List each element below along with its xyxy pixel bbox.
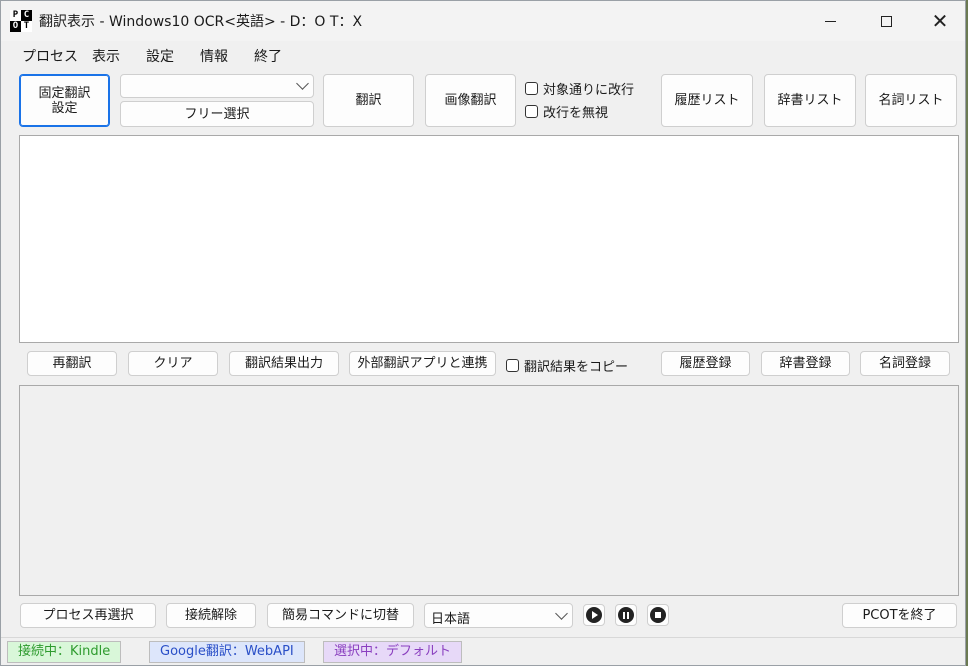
minimize-button[interactable] (803, 1, 857, 41)
checkbox-box[interactable] (506, 359, 519, 372)
history-list-button[interactable]: 履歴リスト (661, 74, 753, 127)
quit-pcot-button[interactable]: PCOTを終了 (842, 603, 957, 628)
clear-button[interactable]: クリア (128, 351, 218, 376)
window-title: 翻訳表示 - Windows10 OCR<英語> - D：O T：X (39, 14, 363, 30)
chevron-down-icon (555, 606, 568, 620)
disconnect-button[interactable]: 接続解除 (166, 603, 256, 628)
translate-button[interactable]: 翻訳 (323, 74, 414, 127)
image-translate-button[interactable]: 画像翻訳 (425, 74, 516, 127)
menu-info[interactable]: 情報 (200, 46, 228, 66)
status-connection: 接続中：Kindle (7, 641, 122, 663)
close-button[interactable]: ✕ (913, 1, 965, 41)
noun-list-button[interactable]: 名詞リスト (865, 74, 957, 127)
switch-simple-command-button[interactable]: 簡易コマンドに切替 (267, 603, 414, 628)
language-select[interactable]: 日本語 (424, 603, 573, 628)
result-text-area[interactable] (19, 385, 959, 596)
copy-result-label: 翻訳結果をコピー (524, 360, 629, 375)
pause-icon (618, 607, 634, 623)
register-dictionary-button[interactable]: 辞書登録 (761, 351, 850, 376)
app-window: P C O T 翻訳表示 - Windows10 OCR<英語> - D：O T… (0, 0, 966, 666)
maximize-icon (880, 15, 892, 27)
dictionary-list-button[interactable]: 辞書リスト (764, 74, 856, 127)
keep-line-breaks-checkbox[interactable]: 対象通りに改行 (525, 79, 634, 98)
status-translator: Google翻訳：WebAPI (149, 641, 305, 663)
register-noun-button[interactable]: 名詞登録 (860, 351, 950, 376)
retranslate-button[interactable]: 再翻訳 (27, 351, 117, 376)
source-text-area[interactable] (19, 135, 959, 343)
ignore-line-breaks-checkbox[interactable]: 改行を無視 (525, 102, 608, 121)
stop-button[interactable] (647, 604, 669, 626)
menu-exit[interactable]: 終了 (254, 46, 282, 66)
register-history-button[interactable]: 履歴登録 (661, 351, 750, 376)
free-select-button[interactable]: フリー選択 (120, 101, 314, 127)
pause-button[interactable] (615, 604, 637, 626)
output-result-button[interactable]: 翻訳結果出力 (229, 351, 339, 376)
menu-settings[interactable]: 設定 (146, 46, 174, 66)
status-bar: 接続中：Kindle Google翻訳：WebAPI 選択中：デフォルト (1, 637, 965, 665)
external-app-button[interactable]: 外部翻訳アプリと連携 (349, 351, 496, 376)
keep-line-breaks-label: 対象通りに改行 (543, 83, 635, 98)
checkbox-box[interactable] (525, 105, 538, 118)
language-select-value: 日本語 (431, 612, 471, 627)
app-logo-icon: P C O T (10, 10, 32, 32)
menu-process[interactable]: プロセス (22, 46, 78, 66)
maximize-button[interactable] (859, 1, 913, 41)
stop-icon (650, 607, 666, 623)
reselect-process-button[interactable]: プロセス再選択 (20, 603, 156, 628)
copy-result-checkbox[interactable]: 翻訳結果をコピー (506, 356, 628, 375)
status-selection: 選択中：デフォルト (323, 641, 463, 663)
checkbox-box[interactable] (525, 82, 538, 95)
play-icon (586, 607, 602, 623)
play-button[interactable] (583, 604, 605, 626)
title-bar[interactable]: P C O T 翻訳表示 - Windows10 OCR<英語> - D：O T… (1, 1, 965, 41)
chevron-down-icon (296, 77, 309, 90)
fixed-translation-setting-button[interactable]: 固定翻訳 設定 (19, 74, 110, 127)
target-select-combo[interactable] (120, 74, 314, 98)
minimize-icon (824, 20, 836, 22)
menu-view[interactable]: 表示 (92, 46, 120, 66)
ignore-line-breaks-label: 改行を無視 (543, 106, 609, 121)
close-icon: ✕ (931, 9, 949, 33)
menu-bar: プロセス 表示 設定 情報 終了 (1, 41, 965, 69)
